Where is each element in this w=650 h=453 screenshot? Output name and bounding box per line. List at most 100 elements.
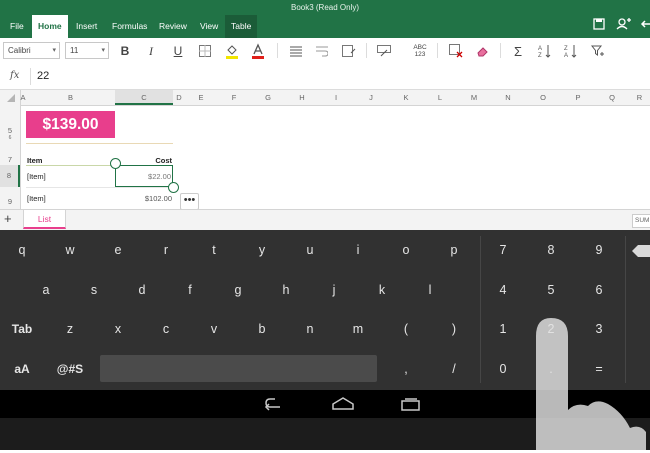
italic-icon[interactable]: I xyxy=(142,42,160,60)
key-0[interactable]: 0 xyxy=(490,362,516,376)
key-symbols[interactable]: @#S xyxy=(50,362,90,376)
more-options-button[interactable]: ••• xyxy=(180,193,199,210)
key-y[interactable]: y xyxy=(249,243,275,257)
column-header[interactable]: F xyxy=(217,90,251,105)
key-6[interactable]: 6 xyxy=(586,283,612,297)
column-header[interactable]: B xyxy=(26,90,115,105)
selection-handle-bottom[interactable] xyxy=(168,182,179,193)
select-all-corner[interactable] xyxy=(0,90,21,105)
home-icon[interactable] xyxy=(332,397,354,414)
add-sheet-button[interactable]: + xyxy=(4,211,12,226)
font-size-dropdown[interactable]: 11 ▾ xyxy=(65,42,109,59)
key-8[interactable]: 8 xyxy=(538,243,564,257)
undo-icon[interactable] xyxy=(636,14,650,34)
sort-descending-icon[interactable]: ZA xyxy=(562,42,580,60)
row-header[interactable]: 5 xyxy=(0,126,20,135)
column-header[interactable]: O xyxy=(525,90,561,105)
key-comma[interactable]: , xyxy=(393,362,419,376)
key-e[interactable]: e xyxy=(105,243,131,257)
wrap-text-icon[interactable] xyxy=(313,42,331,60)
item-cell[interactable]: [Item] xyxy=(27,172,46,181)
key-slash[interactable]: / xyxy=(441,362,467,376)
key-p[interactable]: p xyxy=(441,243,467,257)
key-t[interactable]: t xyxy=(201,243,227,257)
key-w[interactable]: w xyxy=(57,243,83,257)
row-header[interactable]: 9 xyxy=(0,197,20,206)
column-header[interactable]: E xyxy=(185,90,217,105)
column-header[interactable]: K xyxy=(389,90,423,105)
formula-bar[interactable]: fx 22 xyxy=(0,64,650,90)
underline-icon[interactable]: U xyxy=(169,42,187,60)
cost-cell[interactable]: $102.00 xyxy=(115,194,172,203)
column-header[interactable]: G xyxy=(251,90,285,105)
key-7[interactable]: 7 xyxy=(490,243,516,257)
key-close-paren[interactable]: ) xyxy=(441,322,467,336)
cell-styles-icon[interactable] xyxy=(375,42,393,60)
number-format-icon[interactable]: ABC 123 xyxy=(411,42,429,60)
backspace-icon[interactable] xyxy=(632,244,650,261)
share-icon[interactable] xyxy=(613,14,633,34)
column-header[interactable]: C xyxy=(115,90,173,105)
column-header[interactable]: D xyxy=(173,90,185,105)
key-q[interactable]: q xyxy=(9,243,35,257)
column-header[interactable]: L xyxy=(423,90,457,105)
filter-icon[interactable] xyxy=(589,42,607,60)
selection-handle-top[interactable] xyxy=(110,158,121,169)
key-m[interactable]: m xyxy=(345,322,371,336)
column-header[interactable]: I xyxy=(319,90,353,105)
save-icon[interactable] xyxy=(589,14,609,34)
key-d[interactable]: d xyxy=(129,283,155,297)
insert-delete-icon[interactable] xyxy=(447,42,465,60)
font-color-icon[interactable] xyxy=(249,42,267,60)
key-9[interactable]: 9 xyxy=(586,243,612,257)
fill-color-icon[interactable] xyxy=(223,42,241,60)
key-c[interactable]: c xyxy=(153,322,179,336)
bold-icon[interactable]: B xyxy=(116,42,134,60)
clear-icon[interactable] xyxy=(474,42,492,60)
column-header[interactable]: J xyxy=(353,90,389,105)
tab-formulas[interactable]: Formulas xyxy=(106,15,153,38)
key-5[interactable]: 5 xyxy=(538,283,564,297)
tab-home[interactable]: Home xyxy=(32,15,68,38)
key-n[interactable]: n xyxy=(297,322,323,336)
sum-icon[interactable]: Σ xyxy=(509,42,527,60)
function-icon[interactable]: fx xyxy=(10,70,19,81)
column-header[interactable]: P xyxy=(561,90,595,105)
item-header[interactable]: Item xyxy=(27,156,42,165)
key-x[interactable]: x xyxy=(105,322,131,336)
key-i[interactable]: i xyxy=(345,243,371,257)
key-4[interactable]: 4 xyxy=(490,283,516,297)
borders-icon[interactable] xyxy=(196,42,214,60)
total-price-cell[interactable]: $139.00 xyxy=(26,111,115,138)
tab-insert[interactable]: Insert xyxy=(70,15,103,38)
recents-icon[interactable] xyxy=(401,397,421,414)
key-space[interactable] xyxy=(100,355,377,382)
formula-input[interactable]: 22 xyxy=(37,70,49,82)
column-header[interactable]: R xyxy=(629,90,650,105)
column-header[interactable]: Q xyxy=(595,90,629,105)
key-tab[interactable]: Tab xyxy=(2,322,42,336)
key-z[interactable]: z xyxy=(57,322,83,336)
key-f[interactable]: f xyxy=(177,283,203,297)
key-v[interactable]: v xyxy=(201,322,227,336)
row-header[interactable]: 8 xyxy=(0,165,20,187)
column-header[interactable]: M xyxy=(457,90,491,105)
row-header[interactable]: 6 xyxy=(0,135,20,141)
key-shift[interactable]: aA xyxy=(2,362,42,376)
font-name-dropdown[interactable]: Calibri ▾ xyxy=(3,42,60,59)
key-u[interactable]: u xyxy=(297,243,323,257)
merge-cells-icon[interactable] xyxy=(340,42,358,60)
tab-review[interactable]: Review xyxy=(153,15,193,38)
item-cell[interactable]: [Item] xyxy=(27,194,46,203)
key-h[interactable]: h xyxy=(273,283,299,297)
key-j[interactable]: j xyxy=(321,283,347,297)
key-1[interactable]: 1 xyxy=(490,322,516,336)
tab-table[interactable]: Table xyxy=(225,15,258,38)
key-open-paren[interactable]: ( xyxy=(393,322,419,336)
key-a[interactable]: a xyxy=(33,283,59,297)
key-l[interactable]: l xyxy=(417,283,443,297)
key-s[interactable]: s xyxy=(81,283,107,297)
sort-ascending-icon[interactable]: AZ xyxy=(536,42,554,60)
sheet-tab-list[interactable]: List xyxy=(23,210,66,229)
key-k[interactable]: k xyxy=(369,283,395,297)
